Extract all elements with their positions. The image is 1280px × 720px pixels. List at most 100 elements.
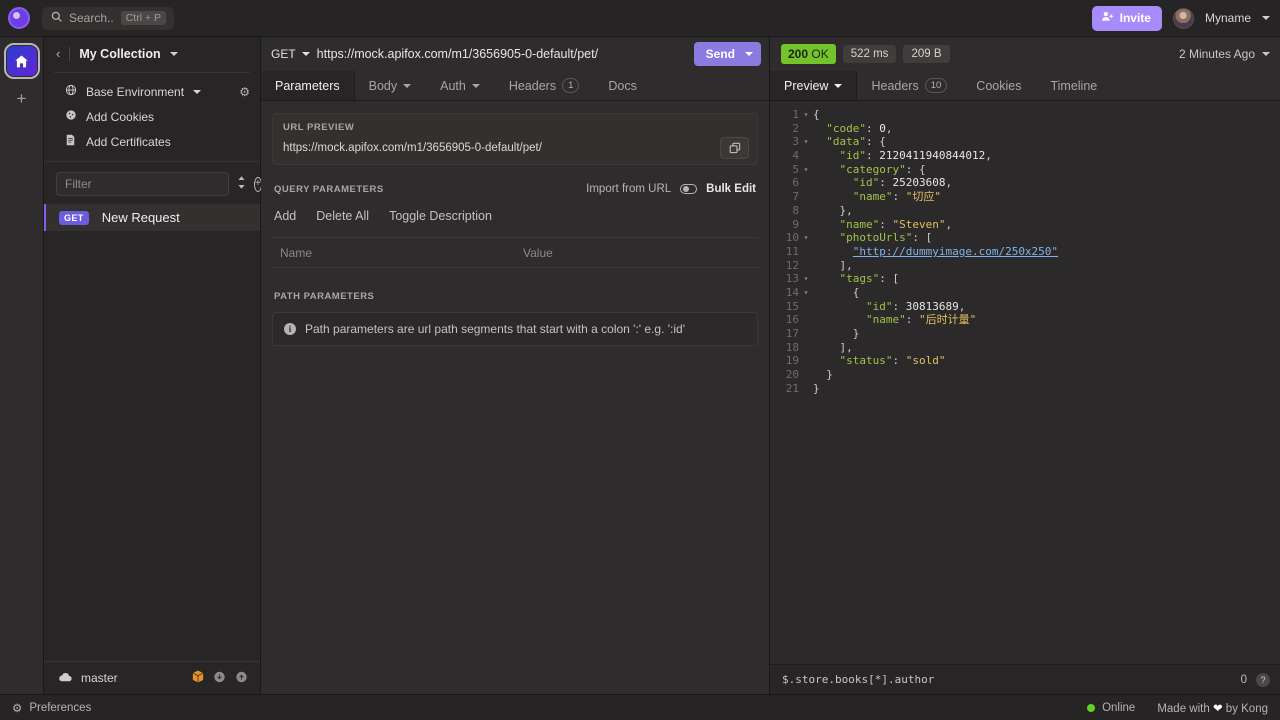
tab-label: Parameters [275, 79, 340, 93]
collection-title[interactable]: My Collection [79, 47, 160, 61]
line-number: 8 [770, 204, 801, 218]
fold-triangle-icon[interactable]: ▾ [801, 108, 811, 122]
response-tabs: Preview Headers 10 Cookies Timeline [770, 71, 1280, 101]
insomnia-app-window: Search.. Ctrl + P Invite Myname [0, 0, 1280, 720]
sidebar-item-add-certificates[interactable]: Add Certificates [44, 129, 260, 154]
sidebar-item-add-cookies[interactable]: Add Cookies [44, 104, 260, 129]
sidebar-item-label: Add Certificates [86, 135, 171, 149]
code-line: 13▾ "tags": [ [770, 272, 1280, 286]
chevron-down-icon [302, 52, 310, 56]
response-size-chip: 209 B [903, 45, 949, 63]
line-number: 3 [770, 135, 801, 149]
gear-icon: ⚙ [12, 701, 22, 715]
code-line: 19 "status": "sold" [770, 354, 1280, 368]
fold-triangle-icon[interactable]: ▾ [801, 286, 811, 300]
code-line-text: } [811, 327, 859, 341]
tab-cookies[interactable]: Cookies [962, 71, 1036, 100]
jsonpath-filter-input[interactable] [782, 673, 1232, 686]
fold-triangle-icon[interactable]: ▾ [801, 163, 811, 177]
fold-triangle-icon[interactable]: ▾ [801, 272, 811, 286]
response-history-dropdown[interactable]: 2 Minutes Ago [1179, 47, 1270, 61]
tab-label: Docs [608, 79, 636, 93]
copy-icon[interactable] [720, 137, 749, 159]
home-icon[interactable] [7, 46, 37, 76]
main-body: + ‹ My Collection Base Environment [0, 37, 1280, 694]
response-body-viewer[interactable]: 1▾{2 "code": 0,3▾ "data": {4 "id": 21204… [770, 101, 1280, 664]
tab-timeline[interactable]: Timeline [1036, 71, 1112, 100]
path-parameters-note-text: Path parameters are url path segments th… [305, 322, 685, 336]
sidebar-items: Base Environment ⚙ Add Cookies [44, 73, 260, 158]
sidebar-item-label: Add Cookies [86, 110, 154, 124]
query-parameters-actions: Add Delete All Toggle Description [274, 209, 756, 223]
insomnia-logo-icon[interactable] [8, 7, 30, 29]
bulk-edit-toggle[interactable] [680, 184, 697, 194]
fold-triangle-icon[interactable]: ▾ [801, 231, 811, 245]
code-line-text: } [811, 368, 833, 382]
list-item[interactable]: GET New Request [44, 204, 260, 231]
json-code-block: 1▾{2 "code": 0,3▾ "data": {4 "id": 21204… [770, 101, 1280, 395]
preferences-button[interactable]: Preferences [29, 702, 91, 714]
tab-preview[interactable]: Preview [770, 71, 857, 100]
status-bar: ⚙ Preferences Online Made with ❤ by Kong [0, 694, 1280, 720]
fold-spacer [801, 368, 811, 382]
http-method-selector[interactable]: GET [271, 47, 310, 61]
code-line-text: ], [811, 259, 853, 273]
chevron-down-icon [834, 84, 842, 88]
status-bar-right: Online Made with ❤ by Kong [1087, 701, 1268, 715]
parameter-value-input[interactable]: Value [515, 238, 758, 268]
code-line: 12 ], [770, 259, 1280, 273]
heart-icon: ❤ [1213, 703, 1223, 715]
tab-body[interactable]: Body [355, 71, 427, 100]
url-input[interactable]: https://mock.apifox.com/m1/3656905-0-def… [317, 47, 687, 61]
help-icon[interactable]: ? [1256, 673, 1270, 687]
code-line: 4 "id": 2120411940844012, [770, 149, 1280, 163]
cube-icon[interactable] [192, 670, 204, 686]
line-number: 15 [770, 300, 801, 314]
delete-all-parameters-button[interactable]: Delete All [316, 209, 369, 223]
filter-result-count: 0 [1241, 674, 1247, 686]
sidebar: ‹ My Collection Base Environment ⚙ [44, 37, 261, 694]
gear-icon[interactable]: ⚙ [239, 85, 250, 99]
tab-headers[interactable]: Headers 1 [495, 71, 595, 100]
cookie-icon [64, 109, 77, 125]
line-number: 5 [770, 163, 801, 177]
sort-icon[interactable] [237, 176, 246, 192]
line-number: 17 [770, 327, 801, 341]
fold-triangle-icon[interactable]: ▾ [801, 135, 811, 149]
code-line-text: "tags": [ [811, 272, 899, 286]
chevron-left-icon[interactable]: ‹ [56, 47, 60, 60]
url-bar: GET https://mock.apifox.com/m1/3656905-0… [261, 37, 769, 71]
response-pane: 200 OK 522 ms 209 B 2 Minutes Ago Previe… [770, 37, 1280, 694]
send-button[interactable]: Send [694, 42, 761, 66]
parameter-name-input[interactable]: Name [272, 238, 515, 268]
line-number: 7 [770, 190, 801, 204]
sidebar-item-label: Base Environment [86, 85, 184, 99]
fold-spacer [801, 341, 811, 355]
person-add-icon [1101, 10, 1114, 26]
collection-dropdown-icon[interactable] [170, 52, 178, 56]
bulk-edit-label[interactable]: Bulk Edit [706, 183, 756, 195]
tab-parameters[interactable]: Parameters [261, 71, 355, 100]
line-number: 11 [770, 245, 801, 259]
sidebar-item-base-environment[interactable]: Base Environment ⚙ [44, 79, 260, 104]
invite-button[interactable]: Invite [1092, 6, 1162, 31]
chevron-down-icon[interactable] [193, 90, 201, 94]
cloud-upload-icon[interactable] [235, 671, 248, 686]
certificate-icon [64, 134, 77, 150]
chevron-down-icon[interactable] [1262, 16, 1270, 20]
toggle-description-button[interactable]: Toggle Description [389, 209, 492, 223]
global-search-box[interactable]: Search.. Ctrl + P [42, 7, 174, 30]
import-from-url-link[interactable]: Import from URL [586, 183, 671, 195]
user-avatar[interactable] [1173, 8, 1194, 29]
tab-response-headers[interactable]: Headers 10 [857, 71, 962, 100]
git-branch-name[interactable]: master [81, 671, 118, 685]
sidebar-filter-input[interactable] [56, 172, 229, 196]
line-number: 6 [770, 176, 801, 190]
user-name[interactable]: Myname [1205, 11, 1251, 25]
tab-auth[interactable]: Auth [426, 71, 495, 100]
plus-icon[interactable]: + [9, 87, 35, 109]
cloud-download-icon[interactable] [213, 671, 226, 686]
add-parameter-button[interactable]: Add [274, 209, 296, 223]
chevron-down-icon[interactable] [745, 52, 753, 56]
tab-docs[interactable]: Docs [594, 71, 651, 100]
